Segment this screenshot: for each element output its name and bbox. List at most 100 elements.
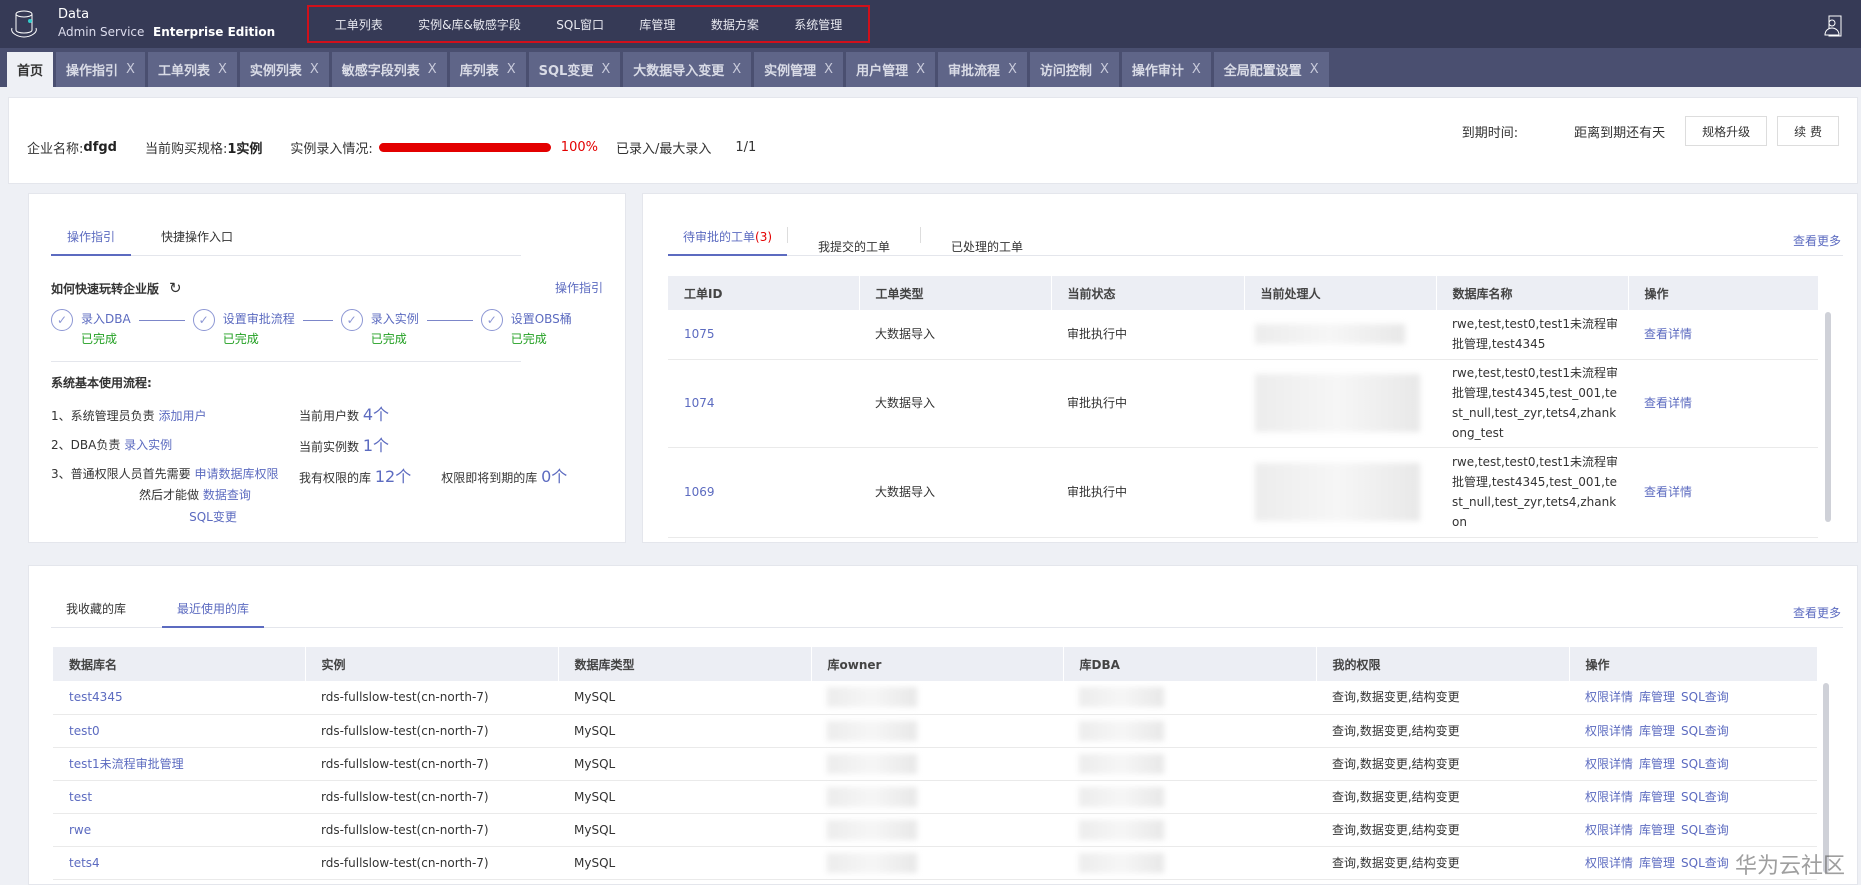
dbs-scrollbar[interactable]	[1823, 683, 1829, 873]
perm-detail-link[interactable]: 权限详情	[1585, 757, 1633, 771]
stat-value: 0个	[541, 467, 568, 486]
flow-link[interactable]: 申请数据库权限	[194, 467, 278, 481]
step-label[interactable]: 设置审批流程	[223, 309, 295, 329]
order-status: 审批执行中	[1051, 359, 1244, 448]
perm-detail-link[interactable]: 权限详情	[1585, 690, 1633, 704]
close-icon[interactable]: X	[916, 62, 925, 77]
orders-scrollbar[interactable]	[1825, 312, 1831, 522]
close-icon[interactable]: X	[1008, 62, 1017, 77]
upgrade-button[interactable]: 规格升级	[1685, 116, 1768, 146]
tab-12[interactable]: 操作审计 X	[1121, 52, 1211, 87]
tab-11[interactable]: 访问控制 X	[1029, 52, 1119, 87]
close-icon[interactable]: X	[310, 62, 319, 77]
refresh-icon[interactable]: ↻	[169, 279, 182, 297]
user-profile-icon[interactable]	[1823, 15, 1843, 37]
dbs-more-link[interactable]: 查看更多	[1793, 604, 1841, 621]
tab-3[interactable]: 实例列表 X	[239, 52, 329, 87]
spec-label: 当前购买规格:	[144, 142, 228, 157]
tab-quick-entry[interactable]: 快捷操作入口	[131, 228, 261, 255]
nav-item[interactable]: 系统管理	[794, 16, 842, 33]
watermark: 华为云社区	[1734, 854, 1845, 879]
step-label[interactable]: 设置OBS桶	[511, 309, 572, 329]
step-label[interactable]: 录入DBA	[81, 309, 131, 329]
close-icon[interactable]: X	[428, 62, 437, 77]
tab-1[interactable]: 操作指引 X	[56, 52, 145, 87]
close-icon[interactable]: X	[732, 62, 741, 77]
data-query-link[interactable]: 数据查询	[203, 488, 251, 502]
guide-link[interactable]: 操作指引	[555, 279, 603, 296]
tab-guide[interactable]: 操作指引	[51, 228, 132, 256]
close-icon[interactable]: X	[218, 62, 227, 77]
tab-7[interactable]: 大数据导入变更 X	[623, 52, 752, 87]
orders-more-link[interactable]: 查看更多	[1793, 232, 1841, 249]
close-icon[interactable]: X	[1192, 62, 1201, 77]
db-manage-link[interactable]: 库管理	[1639, 856, 1675, 870]
db-name-link[interactable]: test4345	[53, 681, 305, 715]
tab-4[interactable]: 敏感字段列表 X	[331, 52, 447, 87]
tab-processed-orders[interactable]: 已处理的工单	[921, 238, 1053, 255]
tab-13[interactable]: 全局配置设置 X	[1213, 52, 1329, 87]
db-owner-redacted	[811, 714, 1063, 748]
sql-query-link[interactable]: SQL查询	[1681, 856, 1729, 870]
view-detail-link[interactable]: 查看详情	[1628, 359, 1818, 448]
nav-item[interactable]: 数据方案	[711, 16, 759, 33]
view-detail-link[interactable]: 查看详情	[1628, 447, 1818, 538]
perm-detail-link[interactable]: 权限详情	[1585, 790, 1633, 804]
close-icon[interactable]: X	[507, 62, 516, 77]
close-icon[interactable]: X	[824, 62, 833, 77]
nav-item[interactable]: 实例&库&敏感字段	[418, 16, 521, 33]
db-manage-link[interactable]: 库管理	[1639, 757, 1675, 771]
tab-pending-orders[interactable]: 待审批的工单(3)	[668, 228, 788, 256]
sql-query-link[interactable]: SQL查询	[1681, 757, 1729, 771]
nav-item[interactable]: 工单列表	[335, 16, 383, 33]
tab-10[interactable]: 审批流程 X	[938, 52, 1027, 87]
db-name-link[interactable]: test	[53, 780, 305, 814]
nav-item[interactable]: SQL窗口	[556, 16, 604, 33]
sql-query-link[interactable]: SQL查询	[1681, 823, 1729, 837]
tab-submitted-orders[interactable]: 我提交的工单	[788, 238, 920, 255]
nav-item[interactable]: 库管理	[639, 16, 675, 33]
tab-label: 审批流程	[948, 64, 1001, 79]
tab-favorite-dbs[interactable]: 我收藏的库	[51, 600, 144, 627]
flow-link[interactable]: 添加用户	[158, 409, 206, 423]
tab-0[interactable]: 首页	[7, 52, 54, 87]
sql-query-link[interactable]: SQL查询	[1681, 690, 1729, 704]
order-id-link[interactable]: 1069	[668, 447, 859, 538]
view-detail-link[interactable]: 查看详情	[1628, 310, 1818, 360]
sql-query-link[interactable]: SQL查询	[1681, 790, 1729, 804]
close-icon[interactable]: X	[1310, 62, 1319, 77]
tab-recent-dbs[interactable]: 最近使用的库	[162, 600, 265, 628]
db-name-link[interactable]: rwe	[53, 813, 305, 847]
tab-6[interactable]: SQL变更 X	[528, 52, 621, 87]
db-name-link[interactable]: test0	[53, 714, 305, 748]
close-icon[interactable]: X	[126, 62, 135, 77]
sql-change-link[interactable]: SQL变更	[139, 506, 237, 528]
tab-8[interactable]: 实例管理 X	[754, 52, 844, 87]
db-manage-link[interactable]: 库管理	[1639, 724, 1675, 738]
db-manage-link[interactable]: 库管理	[1639, 790, 1675, 804]
perm-detail-link[interactable]: 权限详情	[1585, 856, 1633, 870]
order-id-link[interactable]: 1074	[668, 359, 859, 448]
column-header: 数据库名称	[1436, 276, 1629, 310]
close-icon[interactable]: X	[601, 62, 610, 77]
renew-button[interactable]: 续 费	[1777, 116, 1839, 146]
perm-detail-link[interactable]: 权限详情	[1585, 724, 1633, 738]
setup-step: ✓ 录入实例 已完成	[340, 309, 419, 349]
sql-query-link[interactable]: SQL查询	[1681, 724, 1729, 738]
tab-2[interactable]: 工单列表 X	[147, 52, 237, 87]
tab-5[interactable]: 库列表 X	[449, 52, 526, 87]
row-actions: 权限详情 库管理 SQL查询	[1569, 681, 1817, 715]
close-icon[interactable]: X	[1100, 62, 1109, 77]
orders-panel: 待审批的工单(3) 我提交的工单 已处理的工单 查看更多 工单ID 工单类型 当前状…	[642, 193, 1858, 543]
my-permissions: 查询,数据变更,结构变更	[1316, 747, 1569, 781]
db-name-link[interactable]: tets4	[53, 846, 305, 880]
perm-detail-link[interactable]: 权限详情	[1585, 823, 1633, 837]
order-id-link[interactable]: 1075	[668, 310, 859, 360]
step-label[interactable]: 录入实例	[371, 309, 419, 329]
flow-link[interactable]: 录入实例	[124, 438, 172, 452]
setup-steps: ✓ 录入DBA 已完成 ✓ 设置审批流程 已完成 ✓ 录入实例 已完成 ✓ 设置OBS桶 已完成	[51, 309, 572, 349]
db-manage-link[interactable]: 库管理	[1639, 823, 1675, 837]
tab-9[interactable]: 用户管理 X	[846, 52, 935, 87]
db-manage-link[interactable]: 库管理	[1639, 690, 1675, 704]
db-name-link[interactable]: test1未流程审批管理	[53, 747, 305, 781]
